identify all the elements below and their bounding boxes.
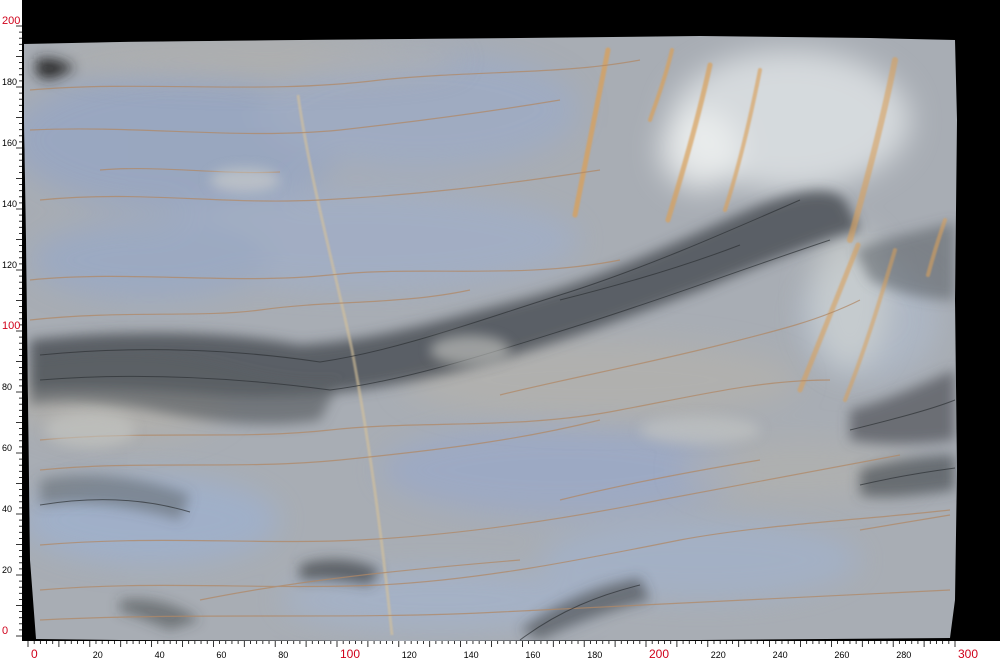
horizontal-ruler-strip: [0, 641, 1000, 664]
x-ruler-label: 80: [278, 650, 288, 660]
x-ruler-label: 260: [834, 650, 849, 660]
x-ruler-label: 120: [402, 650, 417, 660]
x-ruler-label: 300: [958, 647, 978, 661]
marble-slab-photo: 0 20 40 60 80 100 120 140 160 180 200 220 240 260 280 3…: [0, 0, 1000, 664]
horizontal-ruler: 0 20 40 60 80 100 120 140 160 180 200 220 240 260 280 3…: [0, 641, 1000, 664]
x-ruler-label: 160: [525, 650, 540, 660]
x-ruler-label: 100: [340, 647, 360, 661]
x-ruler-label: 220: [711, 650, 726, 660]
y-ruler-label: 40: [2, 504, 12, 514]
x-ruler-label: 0: [31, 647, 38, 661]
y-ruler-label: 160: [2, 138, 17, 148]
y-ruler-label: 0: [2, 625, 8, 637]
x-ruler-label: 180: [587, 650, 602, 660]
y-ruler-label: 80: [2, 382, 12, 392]
x-ruler-label: 280: [896, 650, 911, 660]
y-ruler-label: 120: [2, 260, 17, 270]
x-ruler-label: 200: [649, 647, 669, 661]
x-ruler-label: 20: [93, 650, 103, 660]
vertical-ruler: 0 20 40 60 80 100 120 140 160 180 200: [0, 0, 22, 641]
y-ruler-label: 60: [2, 443, 12, 453]
x-ruler-label: 140: [464, 650, 479, 660]
y-ruler-label: 20: [2, 565, 12, 575]
y-ruler-label: 100: [2, 320, 20, 332]
y-ruler-label: 140: [2, 199, 17, 209]
y-ruler-label: 180: [2, 77, 17, 87]
x-ruler-label: 240: [773, 650, 788, 660]
y-ruler-label: 200: [2, 15, 20, 27]
x-ruler-label: 60: [216, 650, 226, 660]
x-ruler-label: 40: [155, 650, 165, 660]
marble-slab: [24, 36, 957, 641]
slab-canvas: 0 20 40 60 80 100 120 140 160 180 200 220 240 260 280 3…: [0, 0, 1000, 664]
